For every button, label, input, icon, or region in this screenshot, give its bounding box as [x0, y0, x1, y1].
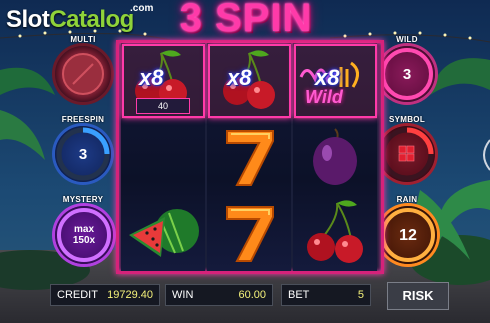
win-display: WIN 60.00 [165, 284, 273, 306]
logo-text-slot: Slot [6, 6, 50, 33]
seven-icon [226, 206, 274, 262]
wild-dial: 3 [379, 46, 435, 102]
rain-dial: 12 [379, 206, 437, 264]
reel-3-cell-mid [293, 119, 377, 195]
rain-label: RAIN [396, 195, 418, 204]
win-amount-badge: 40 [136, 98, 190, 114]
bet-label: BET [288, 289, 310, 301]
reel-grid: x8 40 x8 x8 Wild [116, 40, 384, 274]
wild-text: Wild [305, 87, 343, 107]
credit-display: CREDIT 19729.40 [50, 284, 160, 306]
credit-label: CREDIT [57, 289, 98, 301]
rain-count: 12 [399, 226, 417, 244]
credit-value: 19729.40 [107, 289, 153, 301]
symbol-dial [379, 126, 435, 182]
multiplier-label: x8 [139, 65, 164, 90]
reel-1-cell-bottom [121, 195, 205, 271]
seven-icon [226, 130, 274, 186]
bet-display[interactable]: BET 5 [281, 284, 371, 306]
risk-button[interactable]: RISK [387, 282, 449, 310]
logo-text-catalog: Catalog [49, 6, 134, 33]
reel-3-cell-top: x8 Wild [293, 43, 377, 119]
reel-1: x8 40 [121, 43, 205, 271]
reel-3: x8 Wild [293, 43, 377, 271]
mystery-label: MYSTERY [62, 195, 104, 204]
multiplier-label: x8 [227, 65, 252, 90]
cherry-icon [307, 200, 363, 263]
wild-label: WILD [396, 35, 418, 44]
slotcatalog-logo: SlotCatalog .com [6, 3, 153, 34]
reel-2-cell-bottom [207, 195, 291, 271]
mystery-max: max [73, 224, 94, 235]
multi-label: MULTI [70, 35, 96, 44]
reel-3-cell-bottom [293, 195, 377, 271]
freespin-label: FREESPIN [61, 115, 105, 124]
freespin-dial: 3 [55, 126, 111, 182]
freespin-count: 3 [78, 145, 88, 163]
reel-2-cell-top: x8 [207, 43, 291, 119]
wild-count: 3 [402, 65, 412, 83]
watermelon-icon [129, 209, 199, 257]
win-value: 60.00 [238, 289, 266, 301]
multi-dial [55, 46, 111, 102]
game-title: 3 SPIN [179, 0, 313, 40]
bet-value: 5 [357, 289, 364, 301]
mystery-multiplier: 150x [72, 235, 96, 246]
reel-1-cell-mid [121, 119, 205, 195]
symbol-label: SYMBOL [388, 115, 426, 124]
win-label: WIN [172, 289, 194, 301]
plum-icon [313, 128, 357, 185]
reel-2: x8 [207, 43, 291, 271]
reel-2-cell-mid [207, 119, 291, 195]
mystery-dial: max 150x [55, 206, 113, 264]
reel-1-cell-top: x8 40 [121, 43, 205, 119]
logo-suffix: .com [130, 3, 154, 14]
